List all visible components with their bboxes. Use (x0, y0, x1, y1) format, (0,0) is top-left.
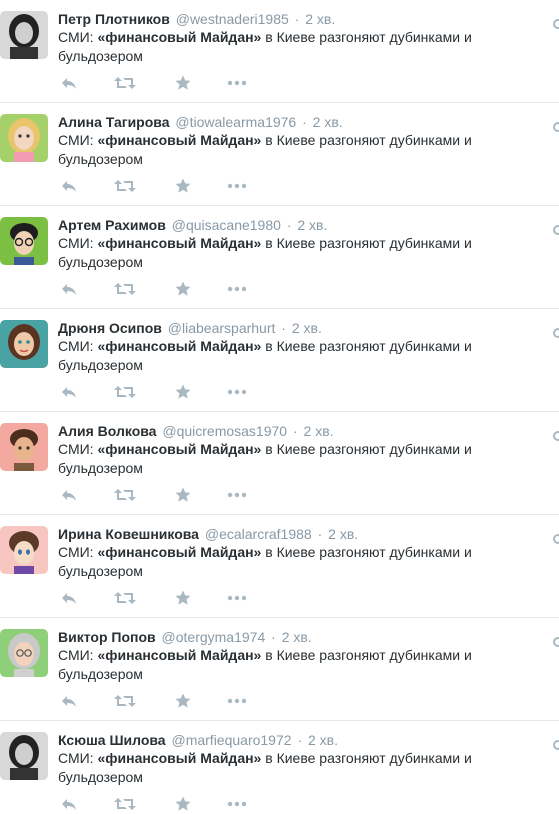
retweet-icon[interactable] (114, 693, 136, 709)
favorite-star-icon[interactable] (175, 590, 195, 606)
tweet-separator: · (292, 423, 298, 439)
favorite-star-icon[interactable] (175, 281, 195, 297)
retweet-icon[interactable] (114, 590, 136, 606)
tweet-fullname[interactable]: Дрюня Осипов (58, 320, 162, 336)
tweet-username[interactable]: @westnaderi1985 (176, 11, 289, 27)
tweet-text: СМИ: «финансовый Майдан» в Киеве разгоня… (58, 647, 472, 682)
avatar-cartoon-anime-icon[interactable] (0, 526, 48, 574)
more-options-icon[interactable] (227, 693, 247, 709)
more-options-icon[interactable] (227, 590, 247, 606)
favorite-star-icon[interactable] (175, 693, 195, 709)
more-options-icon[interactable] (227, 178, 247, 194)
tweet-fullname[interactable]: Петр Плотников (58, 11, 170, 27)
tweet-fullname[interactable]: Виктор Попов (58, 629, 156, 645)
tweet-text: СМИ: «финансовый Майдан» в Киеве разгоня… (58, 338, 472, 373)
dismiss-icon[interactable] (553, 531, 559, 544)
tweet-separator: · (297, 732, 303, 748)
tweet-username[interactable]: @ecalarcraf1988 (205, 526, 312, 542)
tweet-separator: · (286, 217, 292, 233)
tweet-text: СМИ: «финансовый Майдан» в Киеве разгоня… (58, 29, 472, 64)
reply-icon[interactable] (60, 590, 80, 606)
tweet-username[interactable]: @liabearsparhurt (168, 320, 276, 336)
tweet-separator: · (281, 320, 286, 336)
reply-icon[interactable] (60, 693, 80, 709)
avatar-cartoon-glasses-icon[interactable] (0, 217, 48, 265)
tweet-timestamp[interactable]: 2 хв. (313, 114, 343, 130)
tweet-item[interactable]: Алина Тагирова @tiowalearma1976 · 2 хв. … (0, 103, 559, 206)
dismiss-icon[interactable] (553, 325, 559, 338)
retweet-icon[interactable] (114, 384, 136, 400)
tweet-separator: · (294, 11, 300, 27)
tweet-fullname[interactable]: Алия Волкова (58, 423, 156, 439)
tweet-item[interactable]: Артем Рахимов @quisacane1980 · 2 хв. СМИ… (0, 206, 559, 309)
dismiss-icon[interactable] (553, 16, 559, 29)
tweet-username[interactable]: @tiowalearma1976 (175, 114, 296, 130)
tweet-timestamp[interactable]: 2 хв. (282, 629, 312, 645)
tweet-item[interactable]: Алия Волкова @quicremosas1970 · 2 хв. СМ… (0, 412, 559, 515)
tweet-item[interactable]: Виктор Попов @otergyma1974 · 2 хв. СМИ: … (0, 618, 559, 721)
avatar-photo-bw-icon[interactable] (0, 11, 48, 59)
retweet-icon[interactable] (114, 178, 136, 194)
tweet-text: СМИ: «финансовый Майдан» в Киеве разгоня… (58, 544, 472, 579)
avatar-photo-bw-icon[interactable] (0, 732, 48, 780)
tweet-text: СМИ: «финансовый Майдан» в Киеве разгоня… (58, 132, 472, 167)
tweet-timestamp[interactable]: 2 хв. (328, 526, 358, 542)
tweet-username[interactable]: @otergyma1974 (162, 629, 266, 645)
tweet-item[interactable]: Ирина Ковешникова @ecalarcraf1988 · 2 хв… (0, 515, 559, 618)
tweet-item[interactable]: Дрюня Осипов @liabearsparhurt · 2 хв. СМ… (0, 309, 559, 412)
reply-icon[interactable] (60, 281, 80, 297)
tweet-timestamp[interactable]: 2 хв. (305, 11, 335, 27)
reply-icon[interactable] (60, 384, 80, 400)
avatar-cartoon-grey-icon[interactable] (0, 629, 48, 677)
favorite-star-icon[interactable] (175, 796, 195, 812)
dismiss-icon[interactable] (553, 737, 559, 750)
reply-icon[interactable] (60, 796, 80, 812)
tweet-separator: · (271, 629, 276, 645)
avatar-cartoon-brunette-icon[interactable] (0, 320, 48, 368)
retweet-icon[interactable] (114, 75, 136, 91)
avatar-cartoon-blonde-icon[interactable] (0, 114, 48, 162)
dismiss-icon[interactable] (553, 119, 559, 132)
tweet-timestamp[interactable]: 2 хв. (308, 732, 338, 748)
tweet-fullname[interactable]: Ирина Ковешникова (58, 526, 199, 542)
tweet-separator: · (302, 114, 307, 130)
tweet-text: СМИ: «финансовый Майдан» в Киеве разгоня… (58, 441, 472, 476)
tweet-timestamp[interactable]: 2 хв. (304, 423, 334, 439)
dismiss-icon[interactable] (553, 428, 559, 441)
more-options-icon[interactable] (227, 281, 247, 297)
tweet-separator: · (317, 526, 323, 542)
favorite-star-icon[interactable] (175, 487, 195, 503)
retweet-icon[interactable] (114, 487, 136, 503)
more-options-icon[interactable] (227, 796, 247, 812)
reply-icon[interactable] (60, 178, 80, 194)
favorite-star-icon[interactable] (175, 178, 195, 194)
tweet-username[interactable]: @marfiequaro1972 (171, 732, 291, 748)
reply-icon[interactable] (60, 75, 80, 91)
tweet-fullname[interactable]: Алина Тагирова (58, 114, 169, 130)
tweet-timeline: Петр Плотников @westnaderi1985 · 2 хв. С… (0, 0, 559, 814)
favorite-star-icon[interactable] (175, 75, 195, 91)
retweet-icon[interactable] (114, 796, 136, 812)
dismiss-icon[interactable] (553, 222, 559, 235)
more-options-icon[interactable] (227, 487, 247, 503)
tweet-item[interactable]: Петр Плотников @westnaderi1985 · 2 хв. С… (0, 0, 559, 103)
tweet-text: СМИ: «финансовый Майдан» в Киеве разгоня… (58, 235, 472, 270)
tweet-username[interactable]: @quicremosas1970 (162, 423, 287, 439)
dismiss-icon[interactable] (553, 634, 559, 647)
more-options-icon[interactable] (227, 384, 247, 400)
favorite-star-icon[interactable] (175, 384, 195, 400)
retweet-icon[interactable] (114, 281, 136, 297)
tweet-timestamp[interactable]: 2 хв. (292, 320, 322, 336)
tweet-timestamp[interactable]: 2 хв. (297, 217, 327, 233)
tweet-text: СМИ: «финансовый Майдан» в Киеве разгоня… (58, 750, 472, 785)
more-options-icon[interactable] (227, 75, 247, 91)
tweet-fullname[interactable]: Ксюша Шилова (58, 732, 166, 748)
tweet-fullname[interactable]: Артем Рахимов (58, 217, 166, 233)
reply-icon[interactable] (60, 487, 80, 503)
tweet-username[interactable]: @quisacane1980 (172, 217, 281, 233)
tweet-item[interactable]: Ксюша Шилова @marfiequaro1972 · 2 хв. СМ… (0, 721, 559, 814)
avatar-cartoon-boy-icon[interactable] (0, 423, 48, 471)
